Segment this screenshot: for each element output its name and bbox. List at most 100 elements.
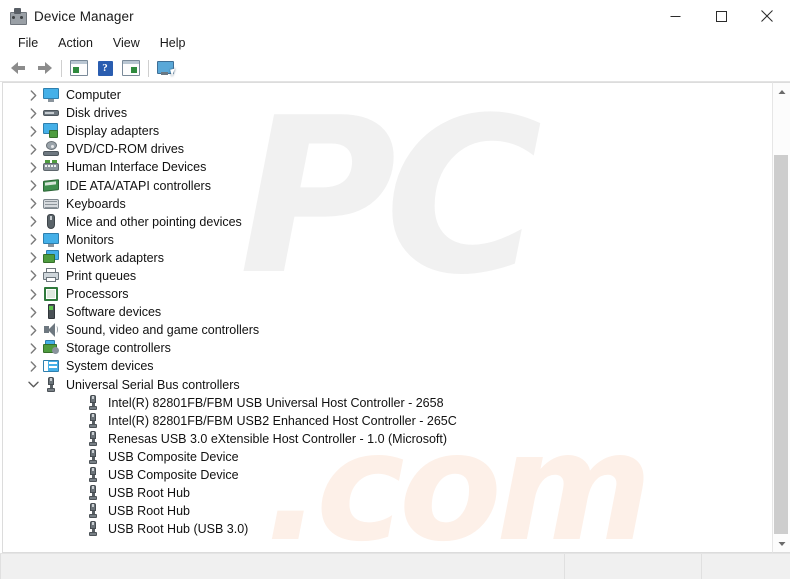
chevron-right-icon[interactable] — [27, 198, 40, 209]
menu-item-file[interactable]: File — [8, 33, 48, 54]
chevron-right-icon[interactable] — [27, 180, 40, 191]
tree-node[interactable]: System devices — [3, 357, 772, 375]
chevron-right-icon[interactable] — [27, 144, 40, 155]
scrollbar-thumb[interactable] — [774, 155, 788, 534]
chevron-right-icon[interactable] — [27, 162, 40, 173]
toolbar-separator — [61, 59, 62, 77]
human-interface-device-icon — [43, 159, 59, 175]
tree-node[interactable]: Intel(R) 82801FB/FBM USB2 Enhanced Host … — [3, 412, 772, 430]
menu-item-help[interactable]: Help — [150, 33, 196, 54]
storage-controller-icon — [43, 340, 59, 356]
tree-node-label: Renesas USB 3.0 eXtensible Host Controll… — [108, 431, 448, 446]
disk-drive-icon — [43, 105, 59, 121]
monitor-icon — [43, 87, 59, 103]
tree-node[interactable]: Universal Serial Bus controllers — [3, 376, 772, 394]
forward-arrow-icon — [36, 61, 53, 75]
tree-node[interactable]: Keyboards — [3, 195, 772, 213]
tree-node[interactable]: Renesas USB 3.0 eXtensible Host Controll… — [3, 430, 772, 448]
tree-node-label: IDE ATA/ATAPI controllers — [66, 178, 211, 193]
chevron-right-icon[interactable] — [27, 126, 40, 137]
scroll-up-icon — [778, 89, 785, 94]
properties-button[interactable] — [118, 56, 144, 80]
back-arrow-icon — [10, 61, 27, 75]
minimize-button[interactable] — [652, 0, 698, 32]
tree-node-label: Storage controllers — [66, 341, 171, 356]
tree-node[interactable]: Disk drives — [3, 104, 772, 122]
tree-node-label: Software devices — [66, 305, 162, 320]
chevron-right-icon[interactable] — [27, 288, 40, 300]
tree-node[interactable]: IDE ATA/ATAPI controllers — [3, 176, 772, 194]
maximize-button[interactable] — [698, 0, 744, 32]
tree-node[interactable]: Network adapters — [3, 249, 772, 267]
tree-node[interactable]: Print queues — [3, 267, 772, 285]
tree-node-label: Sound, video and game controllers — [66, 323, 260, 338]
close-icon — [761, 10, 773, 22]
device-tree-pane[interactable]: PC .com Computer Disk drives Display adapt… — [2, 82, 772, 553]
chevron-right-icon[interactable] — [27, 361, 40, 372]
tree-node[interactable]: Mice and other pointing devices — [3, 213, 772, 231]
tree-node[interactable]: Intel(R) 82801FB/FBM USB Universal Host … — [3, 394, 772, 412]
scroll-up-button[interactable] — [773, 83, 790, 100]
tree-node[interactable]: USB Root Hub — [3, 502, 772, 520]
tree-node[interactable]: USB Root Hub (USB 3.0) — [3, 520, 772, 538]
tree-node[interactable]: Human Interface Devices — [3, 158, 772, 176]
tree-node-label: Universal Serial Bus controllers — [66, 377, 240, 392]
mouse-icon — [43, 213, 59, 230]
chevron-right-icon[interactable] — [27, 325, 40, 336]
menu-item-action[interactable]: Action — [48, 33, 103, 54]
usb-device-icon — [85, 485, 101, 501]
tree-node-label: Display adapters — [66, 124, 160, 139]
usb-device-icon — [85, 503, 101, 519]
status-segment-tertiary — [702, 554, 790, 579]
tree-node-label: Print queues — [66, 268, 137, 283]
chevron-right-icon[interactable] — [27, 306, 40, 318]
toolbar: ? — [0, 55, 790, 82]
tree-node[interactable]: Computer — [3, 86, 772, 104]
chevron-right-icon[interactable] — [27, 89, 40, 101]
tree-node[interactable]: USB Composite Device — [3, 466, 772, 484]
tree-node[interactable]: USB Root Hub — [3, 484, 772, 502]
tree-node[interactable]: Monitors — [3, 231, 772, 249]
chevron-right-icon[interactable] — [27, 270, 40, 282]
close-button[interactable] — [744, 0, 790, 32]
scroll-down-button[interactable] — [773, 535, 790, 552]
content-area: PC .com Computer Disk drives Display adapt… — [0, 82, 790, 553]
tree-node-label: Monitors — [66, 232, 114, 247]
window-title: Device Manager — [34, 8, 134, 24]
show-hide-console-tree-icon — [70, 60, 88, 76]
tree-node[interactable]: Sound, video and game controllers — [3, 321, 772, 339]
chevron-right-icon[interactable] — [27, 234, 40, 245]
show-hide-console-tree-button[interactable] — [66, 56, 92, 80]
tree-node[interactable]: Processors — [3, 285, 772, 303]
chevron-right-icon[interactable] — [27, 343, 40, 354]
chevron-right-icon[interactable] — [27, 107, 40, 119]
tree-node[interactable]: Software devices — [3, 303, 772, 321]
usb-device-icon — [85, 467, 101, 483]
chevron-right-icon[interactable] — [27, 252, 40, 264]
vertical-scrollbar[interactable] — [772, 82, 790, 553]
printer-icon — [43, 267, 59, 284]
help-button[interactable]: ? — [92, 56, 118, 80]
tree-node[interactable]: Storage controllers — [3, 339, 772, 357]
tree-node[interactable]: Display adapters — [3, 122, 772, 140]
menu-item-view[interactable]: View — [103, 33, 150, 54]
status-segment-main — [0, 554, 565, 579]
scan-for-hardware-changes-icon — [156, 60, 177, 77]
device-manager-window: Device Manager File Action View Help ? P… — [0, 0, 790, 579]
tree-node-label: Keyboards — [66, 196, 126, 211]
properties-icon — [122, 60, 140, 76]
tree-node[interactable]: DVD/CD-ROM drives — [3, 140, 772, 158]
tree-node-label: Intel(R) 82801FB/FBM USB Universal Host … — [108, 395, 444, 410]
dvd-drive-icon — [43, 141, 59, 157]
scroll-down-icon — [778, 541, 785, 546]
tree-node-label: Intel(R) 82801FB/FBM USB2 Enhanced Host … — [108, 413, 457, 428]
title-bar: Device Manager — [0, 0, 790, 32]
chevron-down-icon[interactable] — [27, 381, 40, 388]
forward-button[interactable] — [31, 56, 57, 80]
scan-for-hardware-changes-button[interactable] — [153, 56, 179, 80]
status-segment-secondary — [565, 554, 702, 579]
chevron-right-icon[interactable] — [27, 216, 40, 227]
tree-node[interactable]: USB Composite Device — [3, 448, 772, 466]
back-button[interactable] — [5, 56, 31, 80]
device-manager-icon — [9, 7, 27, 25]
